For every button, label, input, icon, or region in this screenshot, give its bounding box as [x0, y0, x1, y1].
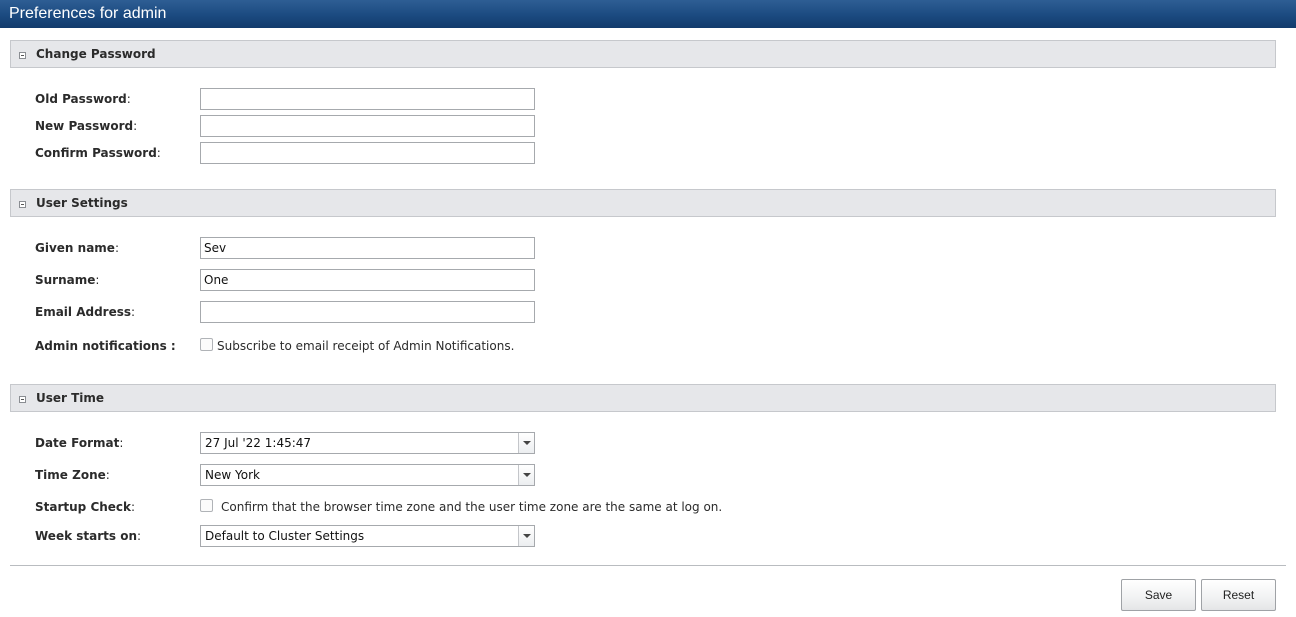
window-title: Preferences for admin [9, 5, 167, 22]
date-format-value: 27 Jul '22 1:45:47 [205, 436, 312, 450]
reset-button[interactable]: Reset [1201, 579, 1276, 611]
collapse-minus-icon[interactable] [19, 396, 26, 403]
section-title-user-settings: User Settings [36, 196, 128, 210]
admin-notifications-label: Admin notifications : [35, 339, 176, 353]
dropdown-arrow-icon[interactable] [518, 526, 534, 546]
dropdown-arrow-icon[interactable] [518, 465, 534, 485]
date-format-select[interactable]: 27 Jul '22 1:45:47 [200, 432, 535, 454]
new-password-input[interactable] [200, 115, 535, 137]
confirm-password-input[interactable] [200, 142, 535, 164]
collapse-minus-icon[interactable] [19, 52, 26, 59]
admin-notifications-checkbox[interactable] [200, 338, 213, 351]
email-address-input[interactable] [200, 301, 535, 323]
time-zone-select[interactable]: New York [200, 464, 535, 486]
section-header-change-password[interactable]: Change Password [10, 40, 1276, 68]
surname-input[interactable]: One [200, 269, 535, 291]
footer-divider [10, 565, 1286, 566]
old-password-input[interactable] [200, 88, 535, 110]
dropdown-arrow-icon[interactable] [518, 433, 534, 453]
startup-check-label: Startup Check: [35, 500, 136, 514]
startup-check-text: Confirm that the browser time zone and t… [221, 500, 723, 514]
given-name-input[interactable]: Sev [200, 237, 535, 259]
time-zone-value: New York [205, 468, 260, 482]
date-format-label: Date Format: [35, 436, 124, 450]
startup-check-checkbox[interactable] [200, 499, 213, 512]
section-header-user-time[interactable]: User Time [10, 384, 1276, 412]
time-zone-label: Time Zone: [35, 468, 110, 482]
section-title-user-time: User Time [36, 391, 105, 405]
given-name-label: Given name: [35, 241, 119, 255]
save-button[interactable]: Save [1121, 579, 1196, 611]
old-password-label: Old Password: [35, 92, 131, 106]
new-password-label: New Password: [35, 119, 138, 133]
window-titlebar: Preferences for admin [0, 0, 1296, 28]
section-title-change-password: Change Password [36, 47, 156, 61]
section-header-user-settings[interactable]: User Settings [10, 189, 1276, 217]
week-starts-select[interactable]: Default to Cluster Settings [200, 525, 535, 547]
confirm-password-label: Confirm Password: [35, 146, 161, 160]
surname-label: Surname: [35, 273, 100, 287]
admin-notifications-text: Subscribe to email receipt of Admin Noti… [217, 339, 515, 353]
week-starts-value: Default to Cluster Settings [205, 529, 365, 543]
email-address-label: Email Address: [35, 305, 136, 319]
collapse-minus-icon[interactable] [19, 201, 26, 208]
week-starts-label: Week starts on: [35, 529, 142, 543]
